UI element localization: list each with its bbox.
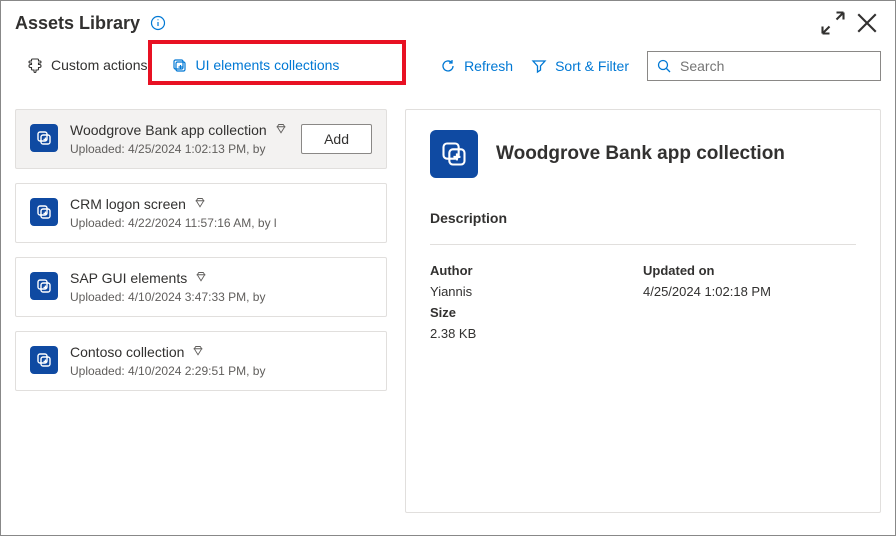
tab-label: Custom actions: [51, 57, 147, 73]
close-icon[interactable]: [853, 9, 881, 37]
description-label: Description: [430, 210, 856, 226]
search-field[interactable]: [647, 51, 881, 81]
tab-ui-collections[interactable]: UI elements collections: [159, 49, 351, 83]
expand-icon[interactable]: [819, 9, 847, 37]
size-label: Size: [430, 305, 643, 320]
info-icon[interactable]: [150, 15, 166, 31]
tab-custom-actions[interactable]: Custom actions: [15, 49, 159, 83]
refresh-button[interactable]: Refresh: [440, 58, 513, 74]
item-meta: Uploaded: 4/22/2024 11:57:16 AM, by l: [70, 216, 372, 230]
author-value: Yiannis: [430, 284, 643, 299]
add-button[interactable]: Add: [301, 124, 372, 154]
item-title: Woodgrove Bank app collection: [70, 122, 267, 138]
sort-filter-button[interactable]: Sort & Filter: [531, 58, 629, 74]
diamond-icon: [194, 197, 206, 212]
item-meta: Uploaded: 4/10/2024 2:29:51 PM, by: [70, 364, 372, 378]
sort-filter-label: Sort & Filter: [555, 58, 629, 74]
diamond-icon: [195, 271, 207, 286]
collection-icon: [30, 198, 58, 226]
author-label: Author: [430, 263, 643, 278]
list-item[interactable]: Contoso collection Uploaded: 4/10/2024 2…: [15, 331, 387, 391]
search-input[interactable]: [678, 57, 872, 75]
refresh-label: Refresh: [464, 58, 513, 74]
size-value: 2.38 KB: [430, 326, 643, 341]
item-title: Contoso collection: [70, 344, 184, 360]
updated-label: Updated on: [643, 263, 856, 278]
list-item[interactable]: Woodgrove Bank app collection Uploaded: …: [15, 109, 387, 169]
item-meta: Uploaded: 4/25/2024 1:02:13 PM, by: [70, 142, 289, 156]
detail-title: Woodgrove Bank app collection: [496, 143, 785, 165]
updated-value: 4/25/2024 1:02:18 PM: [643, 284, 856, 299]
collection-icon: [30, 124, 58, 152]
collections-list: Woodgrove Bank app collection Uploaded: …: [15, 109, 387, 513]
list-item[interactable]: CRM logon screen Uploaded: 4/22/2024 11:…: [15, 183, 387, 243]
detail-panel: Woodgrove Bank app collection Descriptio…: [405, 109, 881, 513]
collection-icon-large: [430, 130, 478, 178]
item-title: SAP GUI elements: [70, 270, 187, 286]
collection-icon: [30, 346, 58, 374]
diamond-icon: [275, 123, 287, 138]
item-meta: Uploaded: 4/10/2024 3:47:33 PM, by: [70, 290, 372, 304]
collection-icon: [30, 272, 58, 300]
diamond-icon: [192, 345, 204, 360]
tab-label: UI elements collections: [195, 57, 339, 73]
page-title: Assets Library: [15, 13, 140, 34]
item-title: CRM logon screen: [70, 196, 186, 212]
divider: [430, 244, 856, 245]
list-item[interactable]: SAP GUI elements Uploaded: 4/10/2024 3:4…: [15, 257, 387, 317]
